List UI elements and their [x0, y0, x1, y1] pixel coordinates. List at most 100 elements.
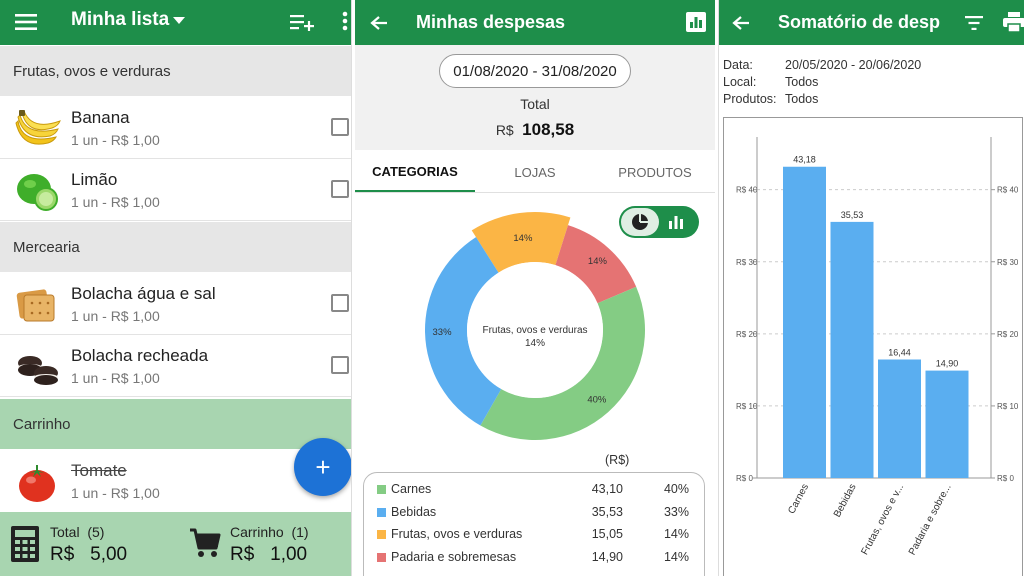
- y-tick-label-left: R$ 30: [736, 258, 758, 267]
- plus-icon: +: [315, 452, 331, 482]
- banana-icon: [12, 107, 62, 151]
- section-carrinho: Carrinho: [0, 399, 351, 449]
- total-amount: R$ 108,58: [355, 120, 715, 140]
- section-label: Frutas, ovos e verduras: [13, 62, 171, 80]
- legend-value: 15,05: [591, 527, 623, 541]
- sum-report-screen: Somatório de desp Data: 20/05/2020 - 20/0…: [718, 0, 1024, 576]
- list-item-bolacha-recheada[interactable]: Bolacha recheada 1 un - R$ 1,00: [0, 335, 351, 397]
- y-tick-label-right: R$ 40: [997, 186, 1019, 195]
- more-options-icon[interactable]: [336, 8, 351, 34]
- item-checkbox[interactable]: [331, 180, 349, 198]
- bar-value-label: 14,90: [936, 359, 959, 369]
- filter-icon[interactable]: [963, 12, 985, 34]
- total-label: Total: [520, 96, 550, 112]
- bar-value-label: 43,18: [793, 155, 816, 165]
- filter-value: 20/05/2020 - 20/06/2020: [785, 58, 922, 72]
- add-to-list-icon[interactable]: [290, 10, 314, 34]
- item-name: Bolacha água e sal: [71, 284, 216, 303]
- bar-2[interactable]: [878, 359, 921, 478]
- donut-slice-label: 14%: [513, 233, 533, 244]
- legend-swatch: [377, 530, 386, 539]
- report-filters: Data: 20/05/2020 - 20/06/2020 Local: Todos…: [723, 57, 921, 108]
- legend-label: Frutas, ovos e verduras: [391, 527, 523, 541]
- legend-percent: 14%: [663, 549, 689, 564]
- item-detail: 1 un - R$ 1,00: [71, 132, 160, 148]
- legend-value: 14,90: [591, 549, 623, 564]
- section-mercearia: Mercearia: [0, 222, 351, 272]
- legend-row[interactable]: Carnes 43,10 40%: [377, 482, 697, 504]
- legend-swatch: [377, 507, 386, 517]
- date-range-selector[interactable]: 01/08/2020 - 31/08/2020: [439, 54, 631, 88]
- item-detail: 1 un - R$ 1,00: [71, 485, 160, 501]
- sum-bar-chart: R$ 0 R$ 0 R$ 10 R$ 10 R$ 20 R$ 20 R$ 30 R$ 30 R$…: [736, 137, 1019, 557]
- donut-center-label: Frutas, ovos e verduras 14%: [465, 324, 605, 350]
- total-currency: R$: [495, 122, 514, 138]
- bar-chart-icon[interactable]: [685, 11, 707, 33]
- y-tick-label-right: R$ 0: [997, 474, 1014, 483]
- item-name: Banana: [71, 108, 130, 127]
- totals-bar: Total (5) R$ 5,00 Carrinho (1) R$ 1,00: [0, 512, 351, 576]
- filter-label: Produtos:: [723, 92, 777, 106]
- legend-label: Carnes: [391, 482, 432, 496]
- legend-swatch: [377, 485, 386, 494]
- total-value: 108,58: [522, 120, 575, 139]
- tab-produtos[interactable]: PRODUTOS: [595, 152, 715, 192]
- item-checkbox[interactable]: [331, 294, 349, 312]
- x-category-label: Padaria e sobre...: [907, 482, 954, 557]
- back-arrow-icon[interactable]: [367, 11, 391, 35]
- legend-unit: (R$): [605, 453, 630, 467]
- total-value: R$ 5,00: [50, 544, 128, 565]
- bar-value-label: 16,44: [888, 347, 911, 357]
- cart-value: R$ 1,00: [230, 544, 308, 565]
- list-app-bar: Minha lista: [0, 0, 351, 45]
- item-checkbox[interactable]: [331, 356, 349, 374]
- date-range-text: 01/08/2020 - 31/08/2020: [453, 62, 617, 80]
- bar-value-label: 35,53: [841, 210, 864, 220]
- filter-value: Todos: [785, 92, 819, 106]
- menu-icon[interactable]: [13, 10, 39, 34]
- report-title: Somatório de desp: [778, 12, 941, 32]
- legend-row[interactable]: Padaria e sobremesas 14,90 14%: [377, 550, 697, 572]
- dropdown-arrow-icon[interactable]: [171, 12, 187, 28]
- list-title[interactable]: Minha lista: [71, 9, 169, 31]
- add-item-fab[interactable]: +: [294, 438, 351, 496]
- y-tick-label-left: R$ 20: [736, 330, 758, 339]
- tab-label: CATEGORIAS: [372, 163, 458, 179]
- legend-percent: 40%: [663, 482, 689, 496]
- item-checkbox[interactable]: [331, 118, 349, 136]
- donut-center-category: Frutas, ovos e verduras: [482, 325, 588, 336]
- legend-row[interactable]: Bebidas 35,53 33%: [377, 505, 697, 527]
- y-tick-label-left: R$ 0: [736, 474, 753, 483]
- y-tick-label-right: R$ 30: [997, 258, 1019, 267]
- back-arrow-icon[interactable]: [729, 11, 753, 35]
- list-item-bolacha-agua-sal[interactable]: Bolacha água e sal 1 un - R$ 1,00: [0, 273, 351, 335]
- expenses-title: Minhas despesas: [416, 12, 566, 32]
- x-category-label: Frutas, ovos e v...: [859, 482, 906, 557]
- legend-percent: 14%: [663, 527, 689, 541]
- section-label: Carrinho: [13, 415, 71, 433]
- filter-row-data: Data: 20/05/2020 - 20/06/2020: [723, 57, 921, 74]
- legend-row[interactable]: Frutas, ovos e verduras 15,05 14%: [377, 527, 697, 549]
- bar-0[interactable]: [783, 166, 826, 478]
- item-name: Limão: [71, 170, 118, 189]
- x-category-label: Carnes: [786, 482, 811, 516]
- tab-label: LOJAS: [514, 164, 556, 180]
- bar-3[interactable]: [925, 370, 969, 478]
- tab-categorias[interactable]: CATEGORIAS: [355, 152, 475, 192]
- expenses-app-bar: Minhas despesas: [355, 0, 715, 45]
- tomato-icon: [12, 460, 62, 504]
- list-item-banana[interactable]: Banana 1 un - R$ 1,00: [0, 97, 351, 159]
- tab-lojas[interactable]: LOJAS: [475, 152, 595, 192]
- print-icon[interactable]: [1003, 11, 1024, 33]
- filter-row-local: Local: Todos: [723, 74, 921, 91]
- shopping-cart-icon: [188, 526, 222, 560]
- item-name: Bolacha recheada: [71, 346, 209, 365]
- calculator-icon: [10, 525, 40, 563]
- bar-1[interactable]: [830, 221, 874, 478]
- tab-label: PRODUTOS: [618, 164, 692, 180]
- item-detail: 1 un - R$ 1,00: [71, 194, 160, 210]
- list-item-limao[interactable]: Limão 1 un - R$ 1,00: [0, 159, 351, 221]
- legend-swatch: [377, 552, 386, 562]
- cracker-icon: [12, 283, 62, 327]
- filter-label: Data:: [723, 58, 753, 72]
